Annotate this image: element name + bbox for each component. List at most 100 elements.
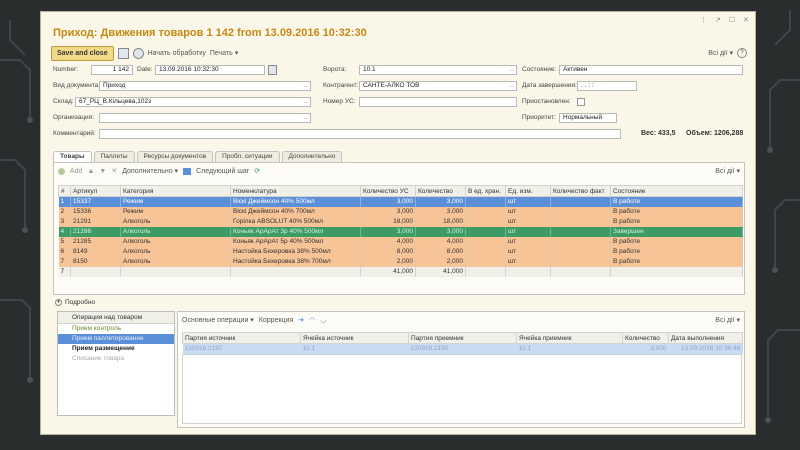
col-quantity[interactable]: Количество bbox=[622, 332, 669, 344]
date-label: Date: bbox=[137, 66, 153, 73]
qty-us-cell: 3,000 bbox=[360, 196, 416, 207]
table-row[interactable]: 4 21286 Алкоголь Коньяк АрАрАт 3р 40% 500мл… bbox=[58, 226, 743, 237]
link-icon[interactable]: ↗ bbox=[715, 16, 721, 24]
add-button[interactable]: Add bbox=[70, 168, 82, 175]
gate-field[interactable]: 10.1… bbox=[359, 65, 517, 75]
wifi-off-icon[interactable]: ◡ bbox=[320, 316, 326, 324]
goods-toolbar: Add ▲ ▼ ✕ Дополнительно ▾ Следующий шаг … bbox=[58, 167, 740, 175]
nomenclature-cell: Віскі Джеймсон 40% 700мл bbox=[230, 206, 361, 217]
contractor-field[interactable]: САНТЕ-АЛКО ТОВ … bbox=[359, 81, 517, 91]
tab-problem-situations[interactable]: Пробл. ситуации bbox=[215, 151, 280, 162]
details-toggle[interactable]: ▾ Подробно bbox=[55, 299, 95, 306]
table-row[interactable]: 3 21291 Алкоголь Горілка ABSOLUT 40% 500мл 1… bbox=[58, 216, 743, 227]
list-item[interactable]: Прием размещение bbox=[58, 344, 174, 354]
tab-goods[interactable]: Товары bbox=[53, 151, 92, 162]
sub-all-actions-menu[interactable]: Всі дії ▾ bbox=[715, 316, 740, 324]
move-up-icon[interactable]: ▲ bbox=[87, 168, 94, 175]
list-item[interactable]: Списание товара bbox=[58, 354, 174, 364]
collapse-icon[interactable]: ▾ bbox=[55, 299, 62, 306]
move-down-icon[interactable]: ▼ bbox=[99, 168, 106, 175]
more-icon[interactable]: … bbox=[303, 114, 309, 122]
arrow-right-icon[interactable]: ➜ bbox=[298, 316, 304, 324]
col-qty[interactable]: Количество bbox=[415, 185, 466, 197]
doc-type-label: Вид документа: bbox=[53, 82, 101, 89]
organization-field[interactable]: … bbox=[99, 113, 311, 123]
col-completion-date[interactable]: Дата выполнения bbox=[668, 332, 743, 344]
article-cell: 15337 bbox=[70, 196, 121, 207]
all-actions-menu[interactable]: Всі дії ▾ bbox=[708, 49, 733, 57]
correction-button[interactable]: Коррекция bbox=[259, 317, 293, 324]
qty-cell: 3,000 bbox=[415, 196, 466, 207]
suspended-checkbox[interactable] bbox=[577, 98, 585, 106]
start-processing-button[interactable]: Начать обработку bbox=[148, 50, 206, 57]
list-item[interactable]: Прием паллетирование bbox=[58, 334, 174, 344]
category-cell: Режим bbox=[120, 206, 231, 217]
col-category[interactable]: Категория bbox=[120, 185, 231, 197]
help-icon[interactable]: ? bbox=[737, 48, 747, 58]
storage-unit-cell bbox=[465, 236, 506, 247]
table-row[interactable]: 5 21285 Алкоголь Коньяк АрАрАт 5р 40% 500мл… bbox=[58, 236, 743, 247]
table-row[interactable]: 130916.2192 10.1 130916.2192 10.1 3,000 … bbox=[182, 343, 743, 354]
more-icon[interactable]: … bbox=[303, 98, 309, 106]
col-nomenclature[interactable]: Номенклатура bbox=[230, 185, 361, 197]
refresh-icon[interactable]: ⟳ bbox=[254, 167, 260, 175]
col-source-batch[interactable]: Партия источник bbox=[182, 332, 301, 344]
end-date-field[interactable]: . . : : bbox=[577, 81, 637, 91]
save-icon[interactable] bbox=[117, 47, 129, 59]
col-unit[interactable]: Ед. изм. bbox=[505, 185, 551, 197]
index-cell: 5 bbox=[58, 236, 71, 247]
storage-unit-cell bbox=[465, 256, 506, 267]
nomenclature-cell: Настойка Бехеровка 38% 500мл bbox=[230, 246, 361, 257]
total-empty-cell bbox=[550, 266, 611, 277]
col-target-cell[interactable]: Ячейка приемник bbox=[516, 332, 623, 344]
grid-all-actions-menu[interactable]: Всі дії ▾ bbox=[715, 167, 740, 175]
save-and-close-button[interactable]: Save and close bbox=[51, 45, 114, 61]
print-button[interactable]: Печать ▾ bbox=[210, 49, 238, 57]
col-state[interactable]: Состояние bbox=[610, 185, 743, 197]
tab-document-resources[interactable]: Ресурсы документов bbox=[136, 151, 214, 162]
maximize-icon[interactable]: ☐ bbox=[729, 16, 735, 24]
table-row[interactable]: 6 8149 Алкоголь Настойка Бехеровка 38% 500м… bbox=[58, 246, 743, 257]
wifi-icon[interactable]: ◠ bbox=[309, 316, 315, 324]
col-target-batch[interactable]: Партия приемник bbox=[408, 332, 517, 344]
us-number-field[interactable] bbox=[359, 97, 517, 107]
number-field[interactable]: 1 142 bbox=[91, 65, 133, 75]
more-icon[interactable]: … bbox=[509, 66, 515, 74]
close-icon[interactable]: ✕ bbox=[743, 16, 749, 24]
table-row[interactable]: 2 15336 Режим Віскі Джеймсон 40% 700мл 3,000… bbox=[58, 206, 743, 217]
priority-field[interactable]: Нормальный bbox=[559, 113, 617, 123]
col-storage-unit[interactable]: В ед. хран. bbox=[465, 185, 506, 197]
table-row[interactable]: 1 15337 Режим Віскі Джеймсон 40% 500мл 3,000… bbox=[58, 196, 743, 207]
next-step-button[interactable]: Следующий шаг bbox=[196, 168, 249, 175]
tab-additional[interactable]: Дополнительно bbox=[281, 151, 343, 162]
more-icon[interactable]: ⋮ bbox=[700, 16, 707, 24]
col-qty-us[interactable]: Количество УС bbox=[360, 185, 416, 197]
additional-menu[interactable]: Дополнительно ▾ bbox=[122, 167, 178, 175]
calendar-icon[interactable] bbox=[268, 65, 277, 75]
date-field[interactable]: 13.09.2016 10:32:30 bbox=[155, 65, 265, 75]
comment-field[interactable] bbox=[99, 129, 621, 139]
next-step-icon[interactable] bbox=[183, 167, 192, 175]
storage-unit-cell bbox=[465, 246, 506, 257]
doc-type-field[interactable]: Приход… bbox=[99, 81, 311, 91]
col-article[interactable]: Артикул bbox=[70, 185, 121, 197]
list-item[interactable]: Прием контроль bbox=[58, 324, 174, 334]
warehouse-field[interactable]: 67_РЦ_В.Кільцева,102з… bbox=[75, 97, 311, 107]
state-cell: Завершен bbox=[610, 226, 743, 237]
col-index[interactable]: # bbox=[58, 185, 71, 197]
tab-pallets[interactable]: Паллеты bbox=[93, 151, 135, 162]
index-cell: 7 bbox=[58, 256, 71, 267]
more-icon[interactable]: … bbox=[303, 82, 309, 90]
contractor-label: Контрагент: bbox=[323, 82, 359, 89]
tab-bar: Товары Паллеты Ресурсы документов Пробл.… bbox=[53, 151, 343, 162]
more-icon[interactable]: … bbox=[509, 82, 515, 90]
unit-cell: шт bbox=[505, 226, 551, 237]
main-operations-menu[interactable]: Основные операции ▾ bbox=[182, 316, 254, 324]
table-row[interactable]: 7 8150 Алкоголь Настойка Бехеровка 38% 700м… bbox=[58, 256, 743, 267]
delete-icon[interactable]: ✕ bbox=[111, 167, 117, 175]
contractor-value: САНТЕ-АЛКО ТОВ bbox=[363, 82, 420, 89]
col-qty-fact[interactable]: Количество факт bbox=[550, 185, 611, 197]
add-icon[interactable] bbox=[58, 167, 65, 175]
article-cell: 8150 bbox=[70, 256, 121, 267]
col-source-cell[interactable]: Ячейка источник bbox=[300, 332, 409, 344]
